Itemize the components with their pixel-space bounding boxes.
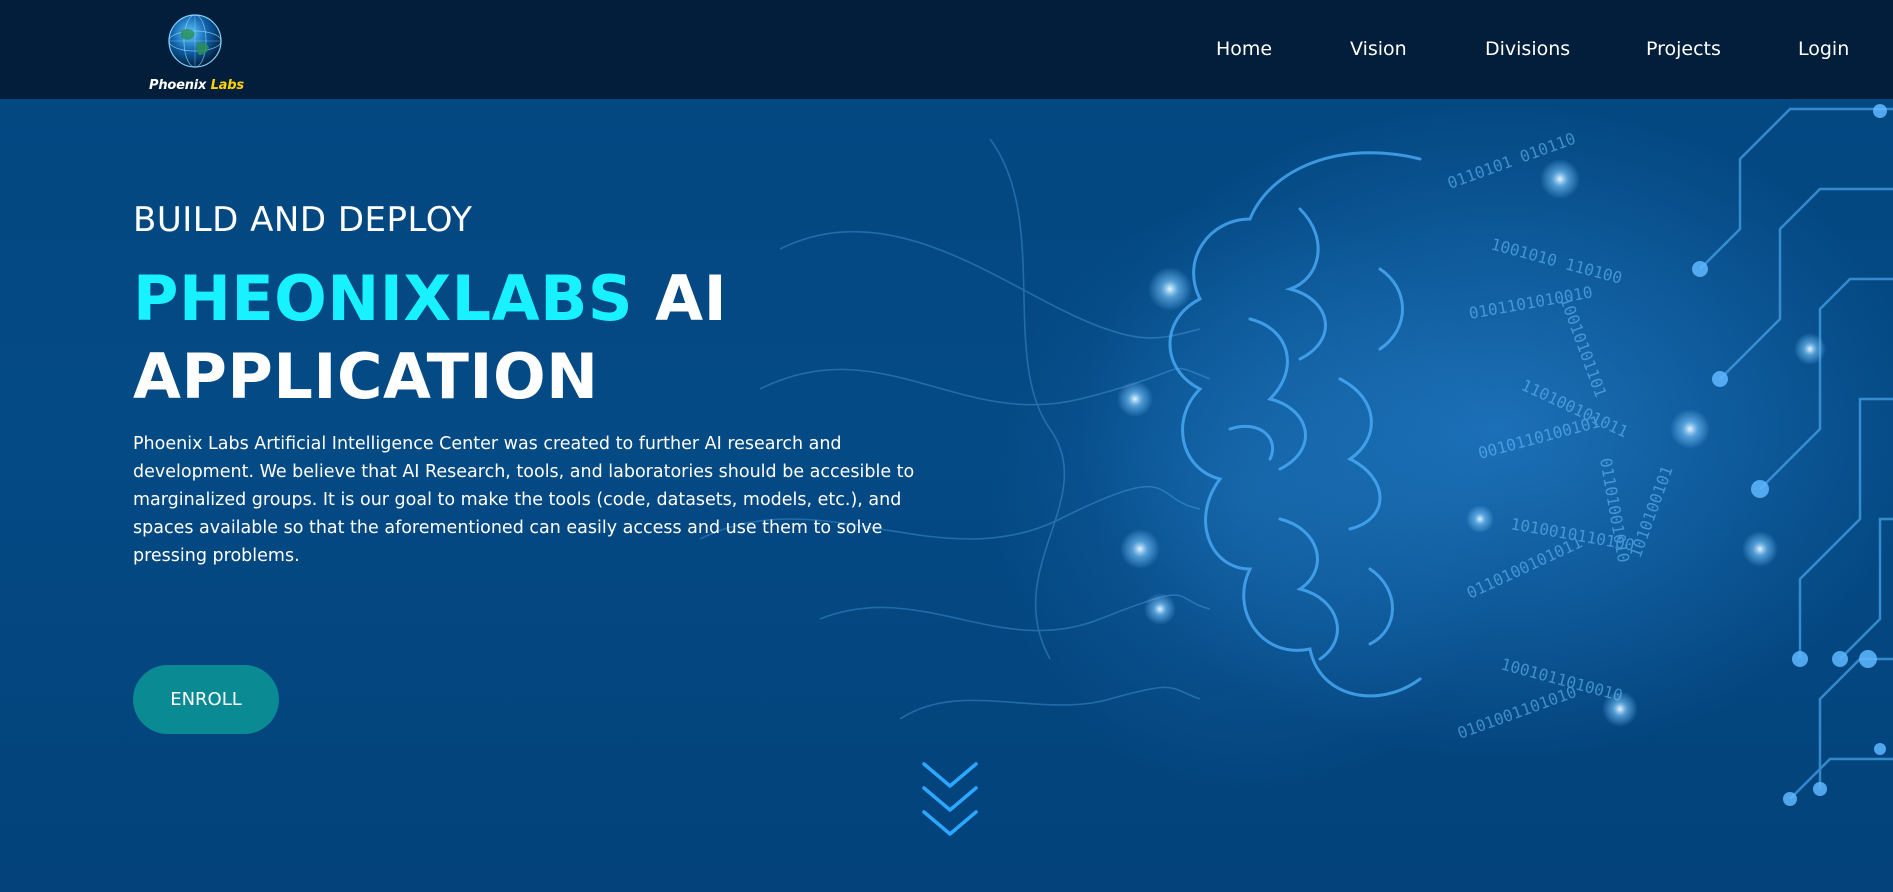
logo-text-accent: Labs [210,78,245,93]
headline-rest-2: APPLICATION [133,340,599,413]
nav-home[interactable]: Home [1216,38,1272,60]
chevron-down-triple-icon[interactable] [920,760,980,840]
globe-icon [168,14,222,68]
hero-section: BUILD AND DEPLOY PHEONIXLABS AI APPLICAT… [133,200,933,570]
top-navigation-bar: Phoenix Labs Home Vision Divisions Proje… [0,0,1893,99]
hero-eyebrow: BUILD AND DEPLOY [133,200,473,240]
enroll-button[interactable]: ENROLL [133,665,279,734]
logo-wordmark: Phoenix Labs [149,78,269,93]
phoenix-labs-logo[interactable]: Phoenix Labs [140,8,260,96]
nav-divisions[interactable]: Divisions [1485,38,1570,60]
hero-headline: PHEONIXLABS AI APPLICATION [133,260,933,416]
nav-login[interactable]: Login [1798,38,1849,60]
nav-projects[interactable]: Projects [1646,38,1721,60]
nav-vision[interactable]: Vision [1350,38,1407,60]
landing-page: Phoenix Labs Home Vision Divisions Proje… [0,0,1893,892]
headline-accent: PHEONIXLABS [133,262,634,335]
headline-rest-1: AI [655,262,728,335]
logo-text-main: Phoenix [149,78,207,93]
hero-description: Phoenix Labs Artificial Intelligence Cen… [133,434,915,566]
